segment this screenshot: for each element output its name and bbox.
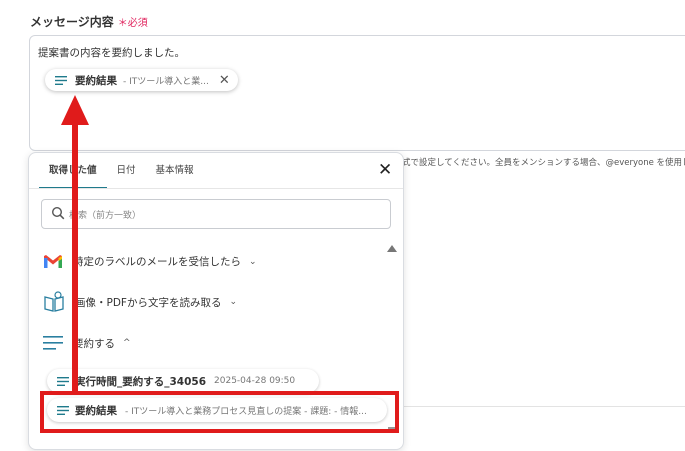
search-input[interactable]: 検索（前方一致） (41, 199, 391, 229)
chevron-down-icon: ⌄ (229, 297, 238, 307)
item-name: 実行時間_要約する_34056 (75, 375, 207, 388)
summary-lines-icon (55, 75, 67, 85)
message-content-label: メッセージ内容 ＊必須 (30, 13, 148, 30)
tab-divider (29, 188, 403, 189)
annotation-arrow (72, 120, 78, 392)
required-badge: ＊必須 (117, 18, 148, 29)
list-item[interactable]: 実行時間_要約する_34056 2025-04-28 09:50 (47, 369, 319, 393)
group-label: 要約する (73, 337, 115, 350)
mention-hint: 式で設定してください。全員をメンションする場合、@everyone を使用しま (402, 158, 685, 168)
tab-bar: 取得した値 日付 基本情報 (39, 161, 204, 189)
group-label: 画像・PDFから文字を読み取る (75, 296, 222, 309)
field-label-text: メッセージ内容 (30, 15, 114, 29)
chevron-down-icon: ⌄ (249, 256, 257, 267)
editor-text: 提案書の内容を要約しました。 (38, 47, 185, 59)
annotation-highlight-box (40, 391, 399, 433)
gmail-icon (44, 255, 62, 268)
summary-lines-icon (43, 336, 63, 350)
chip-name: 要約結果 (75, 74, 117, 87)
ocr-book-icon (44, 291, 64, 312)
scroll-up-arrow[interactable] (387, 245, 397, 252)
close-icon[interactable]: ✕ (378, 160, 392, 180)
item-desc: 2025-04-28 09:50 (214, 376, 296, 386)
message-editor[interactable]: 提案書の内容を要約しました。 要約結果 - ITツール導入と業... ✕ (29, 35, 685, 151)
search-icon (51, 206, 65, 220)
summary-lines-icon (57, 376, 69, 386)
divider (402, 406, 685, 407)
chevron-up-icon: ^ (123, 338, 131, 348)
annotation-arrow-head (61, 95, 89, 125)
tab-date[interactable]: 日付 (107, 161, 146, 187)
tab-basic-info[interactable]: 基本情報 (146, 161, 204, 187)
inserted-value-chip[interactable]: 要約結果 - ITツール導入と業... ✕ (45, 69, 238, 91)
group-summarize[interactable]: 要約する ^ (43, 335, 131, 351)
chip-desc: - ITツール導入と業... (123, 76, 209, 87)
group-label: 特定のラベルのメールを受信したら (73, 256, 241, 268)
search-placeholder: 検索（前方一致） (69, 211, 142, 221)
close-icon[interactable]: ✕ (219, 73, 230, 88)
